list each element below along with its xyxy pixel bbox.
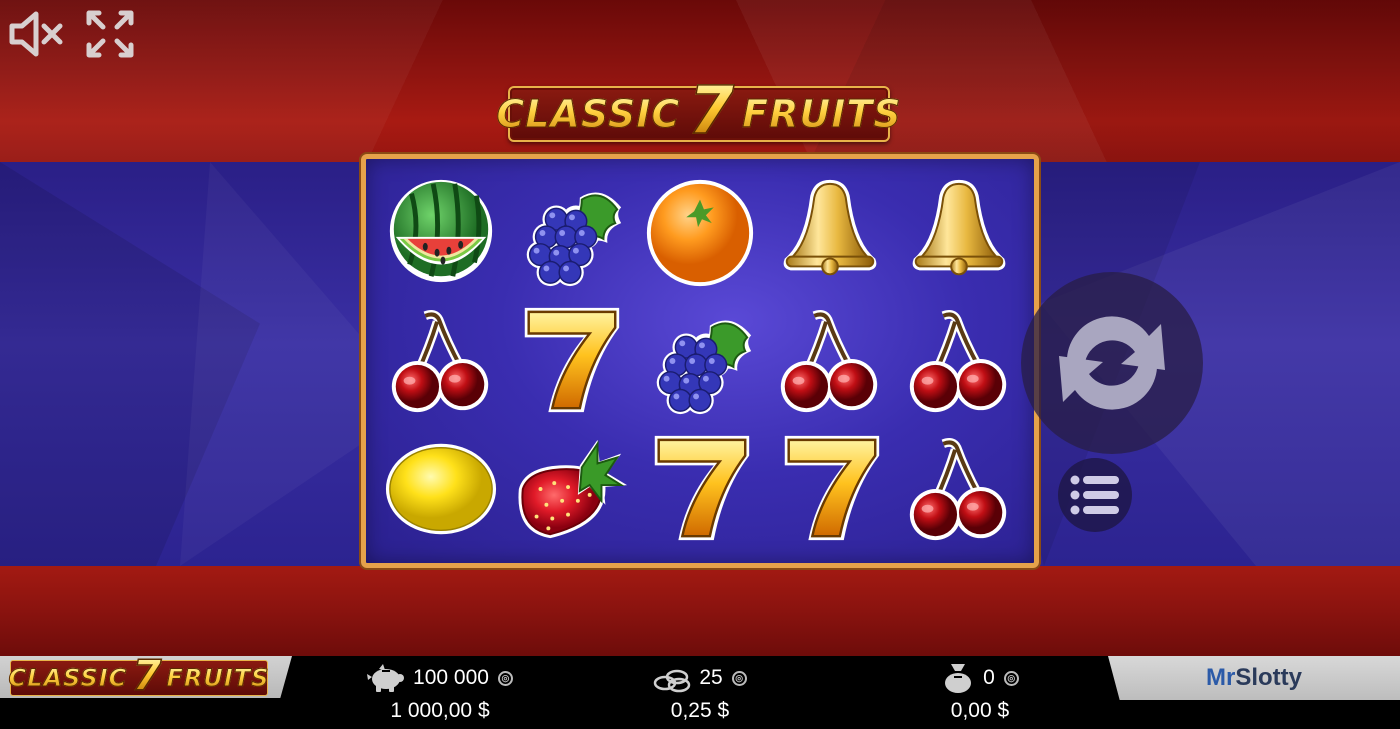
- reel-cell: [765, 169, 895, 297]
- brand-slotty: Slotty: [1235, 664, 1302, 691]
- menu-list-icon: [1070, 475, 1119, 515]
- footer-title-word-fruits: FRUITS: [166, 664, 270, 693]
- cherries-symbol-icon: [910, 310, 1007, 413]
- coin-icon: ◎: [1003, 670, 1019, 686]
- reel-cell: [894, 297, 1024, 425]
- brand-mr: Mr: [1205, 664, 1236, 691]
- title-word-classic: CLASSIC: [496, 92, 681, 137]
- reel-cell: [506, 169, 636, 297]
- footer-title-word-classic: CLASSIC: [8, 664, 128, 693]
- bottom-background: [0, 566, 1400, 656]
- balance-display: 100 000 ◎ 1 000,00 $: [340, 656, 540, 729]
- seven-symbol-icon: [784, 435, 879, 541]
- seven-symbol-icon: [525, 307, 620, 413]
- speaker-muted-icon: [9, 11, 63, 57]
- coin-icon: ◎: [497, 670, 513, 686]
- reel-cell: [635, 297, 765, 425]
- cherries-symbol-icon: [780, 310, 877, 413]
- spin-arrows-icon: [1059, 316, 1165, 410]
- grapes-symbol-icon: [527, 192, 622, 287]
- cherries-symbol-icon: [910, 438, 1007, 541]
- reel-cell: [376, 169, 506, 297]
- reel-cell: [765, 425, 895, 553]
- reel-cell: [765, 297, 895, 425]
- bet-display[interactable]: 25 ◎ 0,25 $: [630, 656, 770, 729]
- bell-symbol-icon: [912, 179, 1006, 276]
- win-money: 0,00 $: [950, 699, 1010, 722]
- strawberry-symbol-icon: [518, 439, 628, 539]
- bell-symbol-icon: [783, 179, 876, 276]
- piggy-bank-icon: [367, 664, 405, 692]
- footer-bar: CLASSIC 7 FRUITS 100 000 ◎ 1 000,00 $ 25…: [0, 656, 1400, 729]
- watermelon-symbol-icon: [389, 179, 492, 283]
- balance-coins: 100 000: [413, 666, 489, 689]
- title-word-fruits: FRUITS: [742, 92, 902, 137]
- balance-money: 1 000,00 $: [390, 699, 490, 722]
- top-controls: [8, 6, 138, 62]
- title-seven: 7: [687, 72, 735, 149]
- reel-cell: [635, 169, 765, 297]
- fullscreen-expand-icon: [86, 10, 134, 58]
- seven-symbol-icon: [654, 435, 750, 541]
- orange-symbol-icon: [646, 179, 754, 287]
- reel-grid: [376, 169, 1024, 553]
- reel-cell: [506, 297, 636, 425]
- reel-cell: [894, 425, 1024, 553]
- money-bag-icon: [945, 664, 972, 693]
- menu-button[interactable]: [1058, 458, 1132, 532]
- spin-button[interactable]: [1021, 272, 1203, 454]
- fullscreen-button[interactable]: [82, 6, 138, 62]
- bet-money: 0,25 $: [670, 699, 730, 722]
- reel-cell: [376, 425, 506, 553]
- footer-game-logo: CLASSIC 7 FRUITS: [0, 656, 292, 698]
- reel-cell: [894, 169, 1024, 297]
- chips-stack-icon: [654, 669, 691, 693]
- grapes-symbol-icon: [656, 320, 752, 415]
- win-display: 0 ◎ 0,00 $: [910, 656, 1050, 729]
- footer-title-seven: 7: [132, 651, 163, 700]
- coin-icon: ◎: [731, 670, 747, 686]
- cherries-symbol-icon: [391, 310, 488, 413]
- reel-cell: [635, 425, 765, 553]
- mute-button[interactable]: [8, 6, 64, 62]
- brand-logo: Mr Slotty: [1108, 656, 1400, 700]
- reel-frame: [361, 154, 1039, 568]
- reel-cell: [506, 425, 636, 553]
- reel-cell: [376, 297, 506, 425]
- game-title-logo: CLASSIC 7 FRUITS: [496, 72, 901, 149]
- lemon-symbol-icon: [385, 443, 496, 535]
- win-coins: 0: [983, 666, 995, 689]
- bet-coins: 25: [699, 666, 723, 689]
